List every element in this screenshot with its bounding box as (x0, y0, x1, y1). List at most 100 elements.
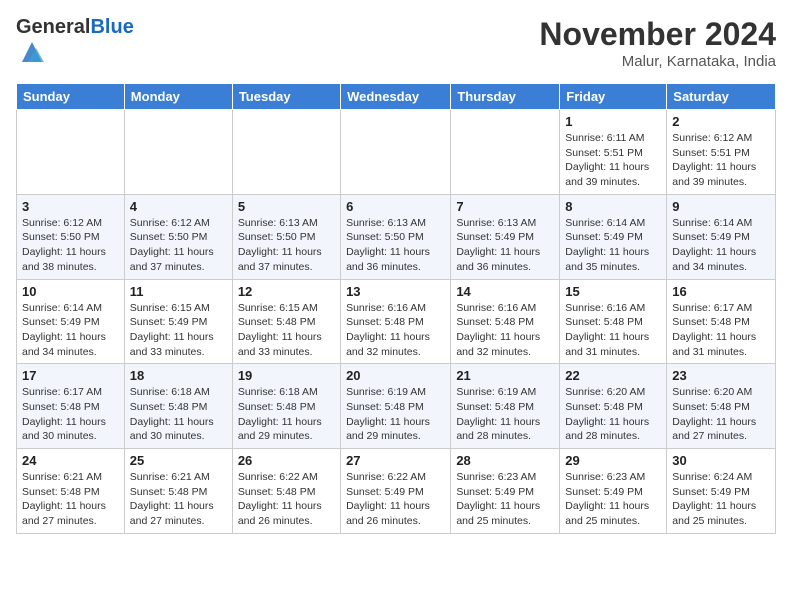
day-number: 14 (456, 284, 554, 299)
day-number: 1 (565, 114, 661, 129)
day-info: Sunrise: 6:17 AM Sunset: 5:48 PM Dayligh… (22, 385, 119, 444)
day-info: Sunrise: 6:21 AM Sunset: 5:48 PM Dayligh… (130, 470, 227, 529)
day-number: 28 (456, 453, 554, 468)
logo: GeneralBlue (16, 16, 134, 71)
calendar-cell: 29 Sunrise: 6:23 AM Sunset: 5:49 PM Dayli… (560, 449, 667, 534)
day-info: Sunrise: 6:22 AM Sunset: 5:49 PM Dayligh… (346, 470, 445, 529)
calendar-cell: 14 Sunrise: 6:16 AM Sunset: 5:48 PM Dayli… (451, 279, 560, 364)
day-number: 8 (565, 199, 661, 214)
calendar-cell: 5 Sunrise: 6:13 AM Sunset: 5:50 PM Daylig… (232, 194, 340, 279)
calendar-cell: 4Sunrise: 6:12 AM Sunset: 5:50 PM Daylig… (124, 194, 232, 279)
day-info: Sunrise: 6:16 AM Sunset: 5:48 PM Dayligh… (456, 301, 554, 360)
day-number: 9 (672, 199, 770, 214)
day-info: Sunrise: 6:13 AM Sunset: 5:50 PM Dayligh… (238, 216, 335, 275)
weekday-header-friday: Friday (560, 84, 667, 110)
page-header: GeneralBlue November 2024 Malur, Karnata… (16, 16, 776, 71)
day-info: Sunrise: 6:13 AM Sunset: 5:50 PM Dayligh… (346, 216, 445, 275)
day-number: 2 (672, 114, 770, 129)
calendar-week-1: 1Sunrise: 6:11 AM Sunset: 5:51 PM Daylig… (17, 110, 776, 195)
day-info: Sunrise: 6:14 AM Sunset: 5:49 PM Dayligh… (22, 301, 119, 360)
calendar-week-5: 24 Sunrise: 6:21 AM Sunset: 5:48 PM Dayli… (17, 449, 776, 534)
calendar-cell: 22 Sunrise: 6:20 AM Sunset: 5:48 PM Dayli… (560, 364, 667, 449)
calendar-cell: 27 Sunrise: 6:22 AM Sunset: 5:49 PM Dayli… (341, 449, 451, 534)
calendar-cell: 18 Sunrise: 6:18 AM Sunset: 5:48 PM Dayli… (124, 364, 232, 449)
day-info: Sunrise: 6:19 AM Sunset: 5:48 PM Dayligh… (456, 385, 554, 444)
day-info: Sunrise: 6:12 AM Sunset: 5:50 PM Dayligh… (130, 216, 227, 275)
day-number: 27 (346, 453, 445, 468)
day-info: Sunrise: 6:12 AM Sunset: 5:50 PM Dayligh… (22, 216, 119, 275)
weekday-header-saturday: Saturday (667, 84, 776, 110)
calendar-week-4: 17 Sunrise: 6:17 AM Sunset: 5:48 PM Dayli… (17, 364, 776, 449)
day-info: Sunrise: 6:24 AM Sunset: 5:49 PM Dayligh… (672, 470, 770, 529)
day-number: 26 (238, 453, 335, 468)
calendar-week-2: 3 Sunrise: 6:12 AM Sunset: 5:50 PM Daylig… (17, 194, 776, 279)
title-block: November 2024 Malur, Karnataka, India (539, 16, 776, 70)
day-number: 17 (22, 368, 119, 383)
weekday-header-monday: Monday (124, 84, 232, 110)
calendar-cell: 24 Sunrise: 6:21 AM Sunset: 5:48 PM Dayli… (17, 449, 125, 534)
calendar-cell: 15 Sunrise: 6:16 AM Sunset: 5:48 PM Dayli… (560, 279, 667, 364)
weekday-header-sunday: Sunday (17, 84, 125, 110)
day-number: 11 (130, 284, 227, 299)
calendar-header-row: SundayMondayTuesdayWednesdayThursdayFrid… (17, 84, 776, 110)
day-info: Sunrise: 6:20 AM Sunset: 5:48 PM Dayligh… (672, 385, 770, 444)
weekday-header-tuesday: Tuesday (232, 84, 340, 110)
calendar-cell: 17 Sunrise: 6:17 AM Sunset: 5:48 PM Dayli… (17, 364, 125, 449)
day-info: Sunrise: 6:21 AM Sunset: 5:48 PM Dayligh… (22, 470, 119, 529)
calendar-cell: 6Sunrise: 6:13 AM Sunset: 5:50 PM Daylig… (341, 194, 451, 279)
calendar-cell: 1Sunrise: 6:11 AM Sunset: 5:51 PM Daylig… (560, 110, 667, 195)
calendar-cell: 8Sunrise: 6:14 AM Sunset: 5:49 PM Daylig… (560, 194, 667, 279)
day-info: Sunrise: 6:22 AM Sunset: 5:48 PM Dayligh… (238, 470, 335, 529)
day-number: 24 (22, 453, 119, 468)
logo-icon (18, 38, 46, 66)
day-number: 21 (456, 368, 554, 383)
month-title: November 2024 (539, 16, 776, 53)
day-number: 22 (565, 368, 661, 383)
day-info: Sunrise: 6:13 AM Sunset: 5:49 PM Dayligh… (456, 216, 554, 275)
day-number: 7 (456, 199, 554, 214)
day-info: Sunrise: 6:15 AM Sunset: 5:48 PM Dayligh… (238, 301, 335, 360)
day-number: 25 (130, 453, 227, 468)
calendar-cell: 16Sunrise: 6:17 AM Sunset: 5:48 PM Dayli… (667, 279, 776, 364)
day-number: 23 (672, 368, 770, 383)
calendar-cell (232, 110, 340, 195)
day-number: 5 (238, 199, 335, 214)
calendar-cell: 12 Sunrise: 6:15 AM Sunset: 5:48 PM Dayli… (232, 279, 340, 364)
calendar-table: SundayMondayTuesdayWednesdayThursdayFrid… (16, 83, 776, 534)
day-number: 20 (346, 368, 445, 383)
day-number: 30 (672, 453, 770, 468)
calendar-body: 1Sunrise: 6:11 AM Sunset: 5:51 PM Daylig… (17, 110, 776, 534)
calendar-cell (341, 110, 451, 195)
day-info: Sunrise: 6:20 AM Sunset: 5:48 PM Dayligh… (565, 385, 661, 444)
day-info: Sunrise: 6:14 AM Sunset: 5:49 PM Dayligh… (672, 216, 770, 275)
calendar-cell: 28Sunrise: 6:23 AM Sunset: 5:49 PM Dayli… (451, 449, 560, 534)
day-number: 3 (22, 199, 119, 214)
day-info: Sunrise: 6:18 AM Sunset: 5:48 PM Dayligh… (238, 385, 335, 444)
day-info: Sunrise: 6:18 AM Sunset: 5:48 PM Dayligh… (130, 385, 227, 444)
day-info: Sunrise: 6:16 AM Sunset: 5:48 PM Dayligh… (346, 301, 445, 360)
calendar-cell: 7 Sunrise: 6:13 AM Sunset: 5:49 PM Daylig… (451, 194, 560, 279)
day-info: Sunrise: 6:15 AM Sunset: 5:49 PM Dayligh… (130, 301, 227, 360)
calendar-week-3: 10Sunrise: 6:14 AM Sunset: 5:49 PM Dayli… (17, 279, 776, 364)
calendar-cell: 26 Sunrise: 6:22 AM Sunset: 5:48 PM Dayli… (232, 449, 340, 534)
calendar-cell: 11 Sunrise: 6:15 AM Sunset: 5:49 PM Dayli… (124, 279, 232, 364)
calendar-cell: 23 Sunrise: 6:20 AM Sunset: 5:48 PM Dayli… (667, 364, 776, 449)
calendar-cell: 20 Sunrise: 6:19 AM Sunset: 5:48 PM Dayli… (341, 364, 451, 449)
calendar-cell: 30 Sunrise: 6:24 AM Sunset: 5:49 PM Dayli… (667, 449, 776, 534)
calendar-cell: 13 Sunrise: 6:16 AM Sunset: 5:48 PM Dayli… (341, 279, 451, 364)
day-number: 18 (130, 368, 227, 383)
day-info: Sunrise: 6:16 AM Sunset: 5:48 PM Dayligh… (565, 301, 661, 360)
day-number: 15 (565, 284, 661, 299)
calendar-cell (17, 110, 125, 195)
day-number: 13 (346, 284, 445, 299)
weekday-header-wednesday: Wednesday (341, 84, 451, 110)
calendar-cell: 9 Sunrise: 6:14 AM Sunset: 5:49 PM Daylig… (667, 194, 776, 279)
calendar-cell (451, 110, 560, 195)
day-number: 19 (238, 368, 335, 383)
location-text: Malur, Karnataka, India (539, 53, 776, 70)
day-info: Sunrise: 6:19 AM Sunset: 5:48 PM Dayligh… (346, 385, 445, 444)
day-number: 12 (238, 284, 335, 299)
day-number: 29 (565, 453, 661, 468)
day-info: Sunrise: 6:23 AM Sunset: 5:49 PM Dayligh… (565, 470, 661, 529)
logo-general-text: General (16, 16, 90, 38)
